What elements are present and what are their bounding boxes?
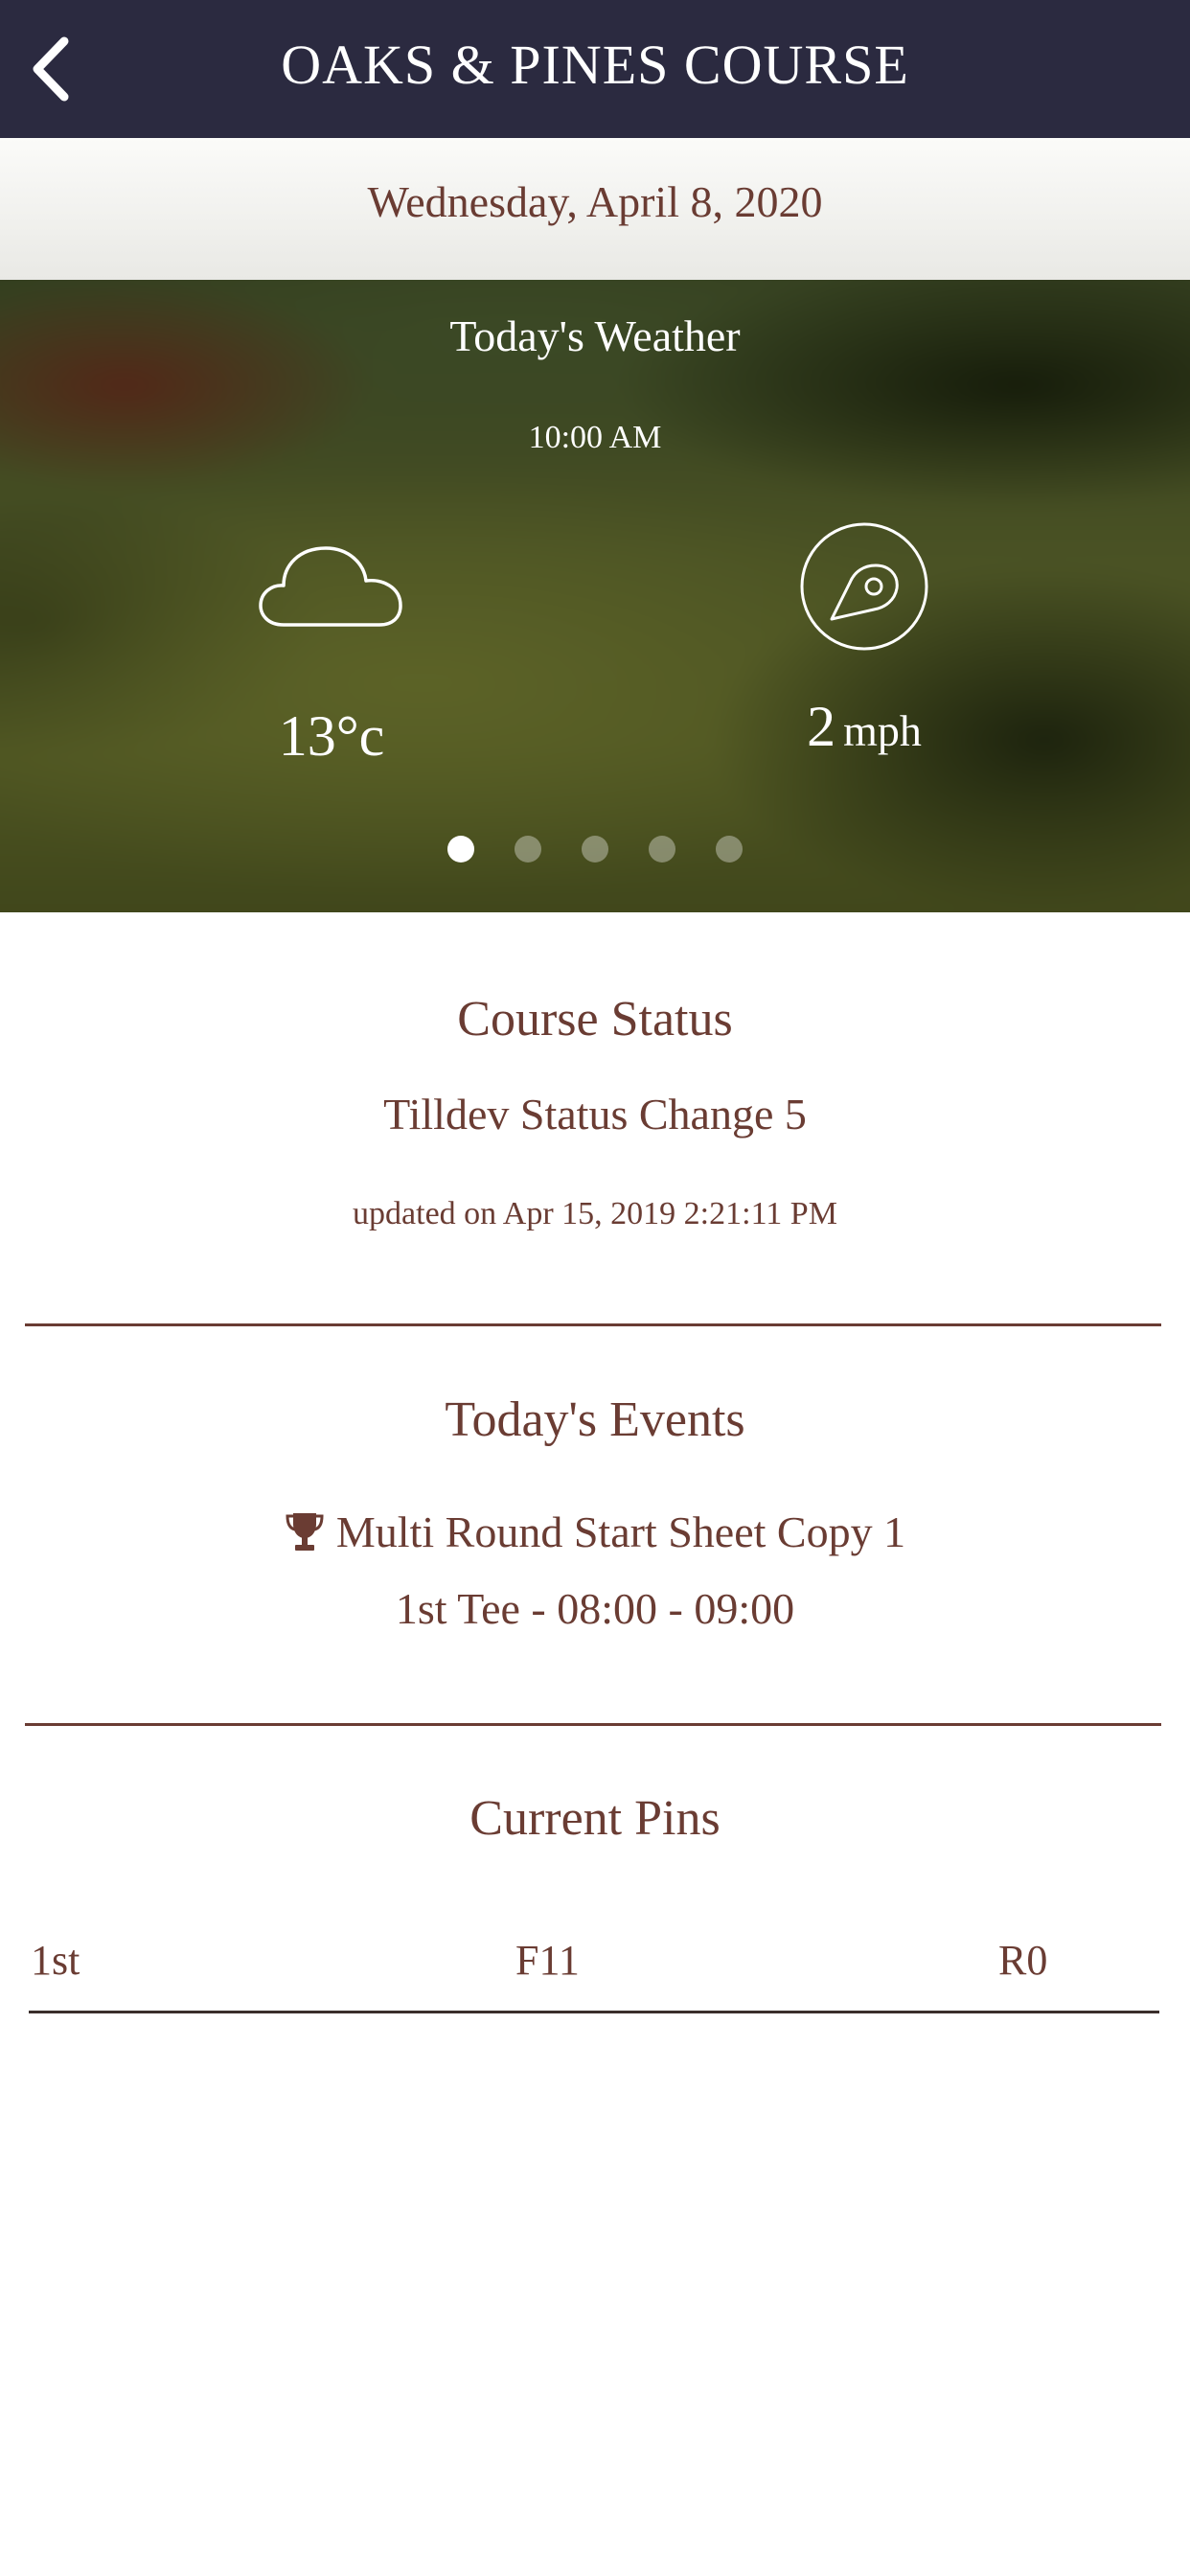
pager-dot-2[interactable] [515, 836, 541, 862]
pin-row-divider [29, 2011, 1159, 2013]
trophy-icon [286, 1512, 324, 1551]
cloud-icon [259, 546, 402, 627]
wind-speed-value: 2 [807, 695, 836, 758]
pin-row: 1st F11 R0 [29, 1936, 1159, 2012]
pager-dot-4[interactable] [649, 836, 675, 862]
carousel-pager [0, 836, 1190, 862]
course-status-text: Tilldev Status Change 5 [383, 1090, 807, 1138]
pin-hole: 1st [31, 1937, 80, 1984]
weather-time: 10:00 AM [528, 420, 662, 455]
pins-heading: Current Pins [469, 1791, 721, 1846]
header-bar: OAKS & PINES COURSE [0, 0, 1190, 138]
section-divider [25, 1723, 1161, 1726]
pin-front-position: F11 [515, 1937, 580, 1984]
pager-dot-5[interactable] [716, 836, 743, 862]
section-divider [25, 1323, 1161, 1326]
event-detail: 1st Tee - 08:00 - 09:00 [395, 1584, 795, 1633]
pager-dot-3[interactable] [582, 836, 608, 862]
wind-speed-unit: mph [843, 706, 922, 755]
course-status-heading: Course Status [457, 992, 733, 1046]
wind-speed: 2 mph [721, 694, 1008, 760]
weather-carousel[interactable]: Today's Weather 10:00 AM 13°c 2 mph [0, 280, 1190, 912]
events-heading: Today's Events [445, 1392, 745, 1447]
page-title: OAKS & PINES COURSE [281, 34, 909, 96]
pager-dot-1[interactable] [447, 836, 474, 862]
pin-right-position: R0 [998, 1937, 1048, 1984]
weather-title: Today's Weather [449, 311, 741, 360]
course-screen: OAKS & PINES COURSE Wednesday, April 8, … [0, 0, 1190, 2576]
current-date: Wednesday, April 8, 2020 [367, 177, 823, 226]
date-band: Wednesday, April 8, 2020 [0, 138, 1190, 280]
event-name: Multi Round Start Sheet Copy 1 [335, 1507, 906, 1556]
event-item[interactable]: Multi Round Start Sheet Copy 1 [0, 1506, 1190, 1557]
temperature-value: 13°c [278, 704, 385, 768]
wind-direction-icon [800, 522, 928, 651]
course-status-updated: updated on Apr 15, 2019 2:21:11 PM [353, 1196, 837, 1231]
